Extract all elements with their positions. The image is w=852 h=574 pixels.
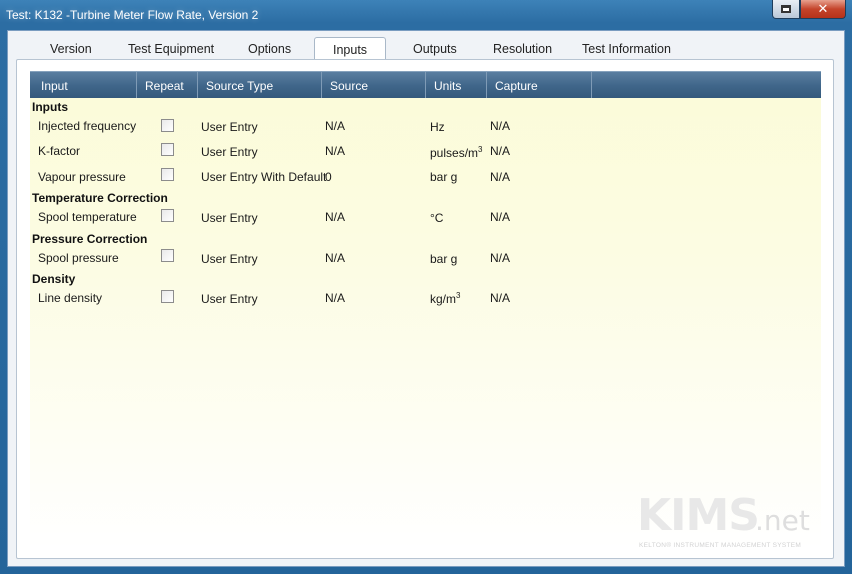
- row-source-type: User Entry With Default: [201, 170, 327, 184]
- group-header-density: Density: [32, 272, 76, 286]
- kims-logo: KIMS .net KELTON® INSTRUMENT MANAGEMENT …: [637, 490, 817, 550]
- row-capture: N/A: [490, 251, 511, 265]
- repeat-checkbox[interactable]: [161, 209, 174, 222]
- row-input: Injected frequency: [38, 119, 137, 133]
- column-header-source-type[interactable]: Source Type: [198, 72, 322, 98]
- row-units: Hz: [430, 120, 445, 134]
- units-text: pulses/m: [430, 146, 479, 160]
- row-source: N/A: [325, 251, 346, 265]
- tab-test-equipment[interactable]: Test Equipment: [128, 42, 214, 56]
- row-source-type: User Entry: [201, 252, 258, 266]
- column-header-capture[interactable]: Capture: [487, 72, 592, 98]
- tab-options[interactable]: Options: [248, 42, 291, 56]
- main-window: Test: K132 -Turbine Meter Flow Rate, Ver…: [0, 0, 852, 574]
- client-area: Version Test Equipment Options Inputs Ou…: [7, 30, 845, 567]
- row-capture: N/A: [490, 170, 511, 184]
- repeat-checkbox[interactable]: [161, 249, 174, 262]
- logo-suffix: .net: [755, 504, 810, 537]
- row-units: bar g: [430, 252, 458, 266]
- row-source-type: User Entry: [201, 211, 258, 225]
- row-units: kg/m3: [430, 291, 460, 306]
- row-capture: N/A: [490, 119, 511, 133]
- units-superscript: 3: [456, 291, 461, 300]
- row-source-type: User Entry: [201, 120, 258, 134]
- row-input: Line density: [38, 291, 103, 305]
- tab-resolution[interactable]: Resolution: [493, 42, 552, 56]
- column-header-units[interactable]: Units: [426, 72, 487, 98]
- row-input: K-factor: [38, 144, 81, 158]
- restore-button[interactable]: [772, 0, 800, 19]
- logo-wordmark: KIMS: [637, 490, 760, 541]
- window-controls: ✕: [772, 0, 846, 20]
- repeat-checkbox[interactable]: [161, 168, 174, 181]
- tab-outputs[interactable]: Outputs: [413, 42, 457, 56]
- group-header-inputs: Inputs: [32, 100, 68, 114]
- row-input: Vapour pressure: [38, 170, 126, 184]
- group-header-pressure-correction: Pressure Correction: [32, 232, 148, 246]
- row-capture: N/A: [490, 210, 511, 224]
- units-superscript: 3: [478, 145, 483, 154]
- units-text: kg/m: [430, 292, 457, 306]
- repeat-checkbox[interactable]: [161, 290, 174, 303]
- repeat-checkbox[interactable]: [161, 119, 174, 132]
- tab-test-information[interactable]: Test Information: [582, 42, 671, 56]
- column-header-repeat[interactable]: Repeat: [137, 72, 198, 98]
- row-capture: N/A: [490, 291, 511, 305]
- row-source: N/A: [325, 210, 346, 224]
- restore-icon: [781, 5, 791, 13]
- inputs-panel: Input Repeat Source Type Source Units Ca…: [16, 59, 834, 559]
- row-source: N/A: [325, 119, 346, 133]
- row-source: N/A: [325, 144, 346, 158]
- column-header-input[interactable]: Input: [30, 72, 137, 98]
- column-header-source[interactable]: Source: [322, 72, 426, 98]
- inputs-grid: Input Repeat Source Type Source Units Ca…: [30, 71, 821, 549]
- row-input: Spool pressure: [38, 251, 119, 265]
- row-input: Spool temperature: [38, 210, 137, 224]
- row-source: N/A: [325, 291, 346, 305]
- tab-strip: Version Test Equipment Options Inputs Ou…: [8, 31, 844, 63]
- close-button[interactable]: ✕: [800, 0, 846, 19]
- group-header-temperature-correction: Temperature Correction: [32, 191, 168, 205]
- row-source: 0: [325, 170, 332, 184]
- repeat-checkbox[interactable]: [161, 143, 174, 156]
- row-units: °C: [430, 211, 444, 225]
- row-units: bar g: [430, 170, 458, 184]
- close-icon: ✕: [817, 1, 829, 16]
- logo-tagline: KELTON® INSTRUMENT MANAGEMENT SYSTEM: [639, 542, 802, 549]
- row-units: pulses/m3: [430, 145, 482, 160]
- row-capture: N/A: [490, 144, 511, 158]
- row-source-type: User Entry: [201, 292, 258, 306]
- grid-header: Input Repeat Source Type Source Units Ca…: [30, 71, 821, 98]
- tab-version[interactable]: Version: [50, 42, 92, 56]
- title-bar[interactable]: Test: K132 -Turbine Meter Flow Rate, Ver…: [0, 0, 852, 30]
- row-source-type: User Entry: [201, 145, 258, 159]
- window-title: Test: K132 -Turbine Meter Flow Rate, Ver…: [6, 8, 259, 22]
